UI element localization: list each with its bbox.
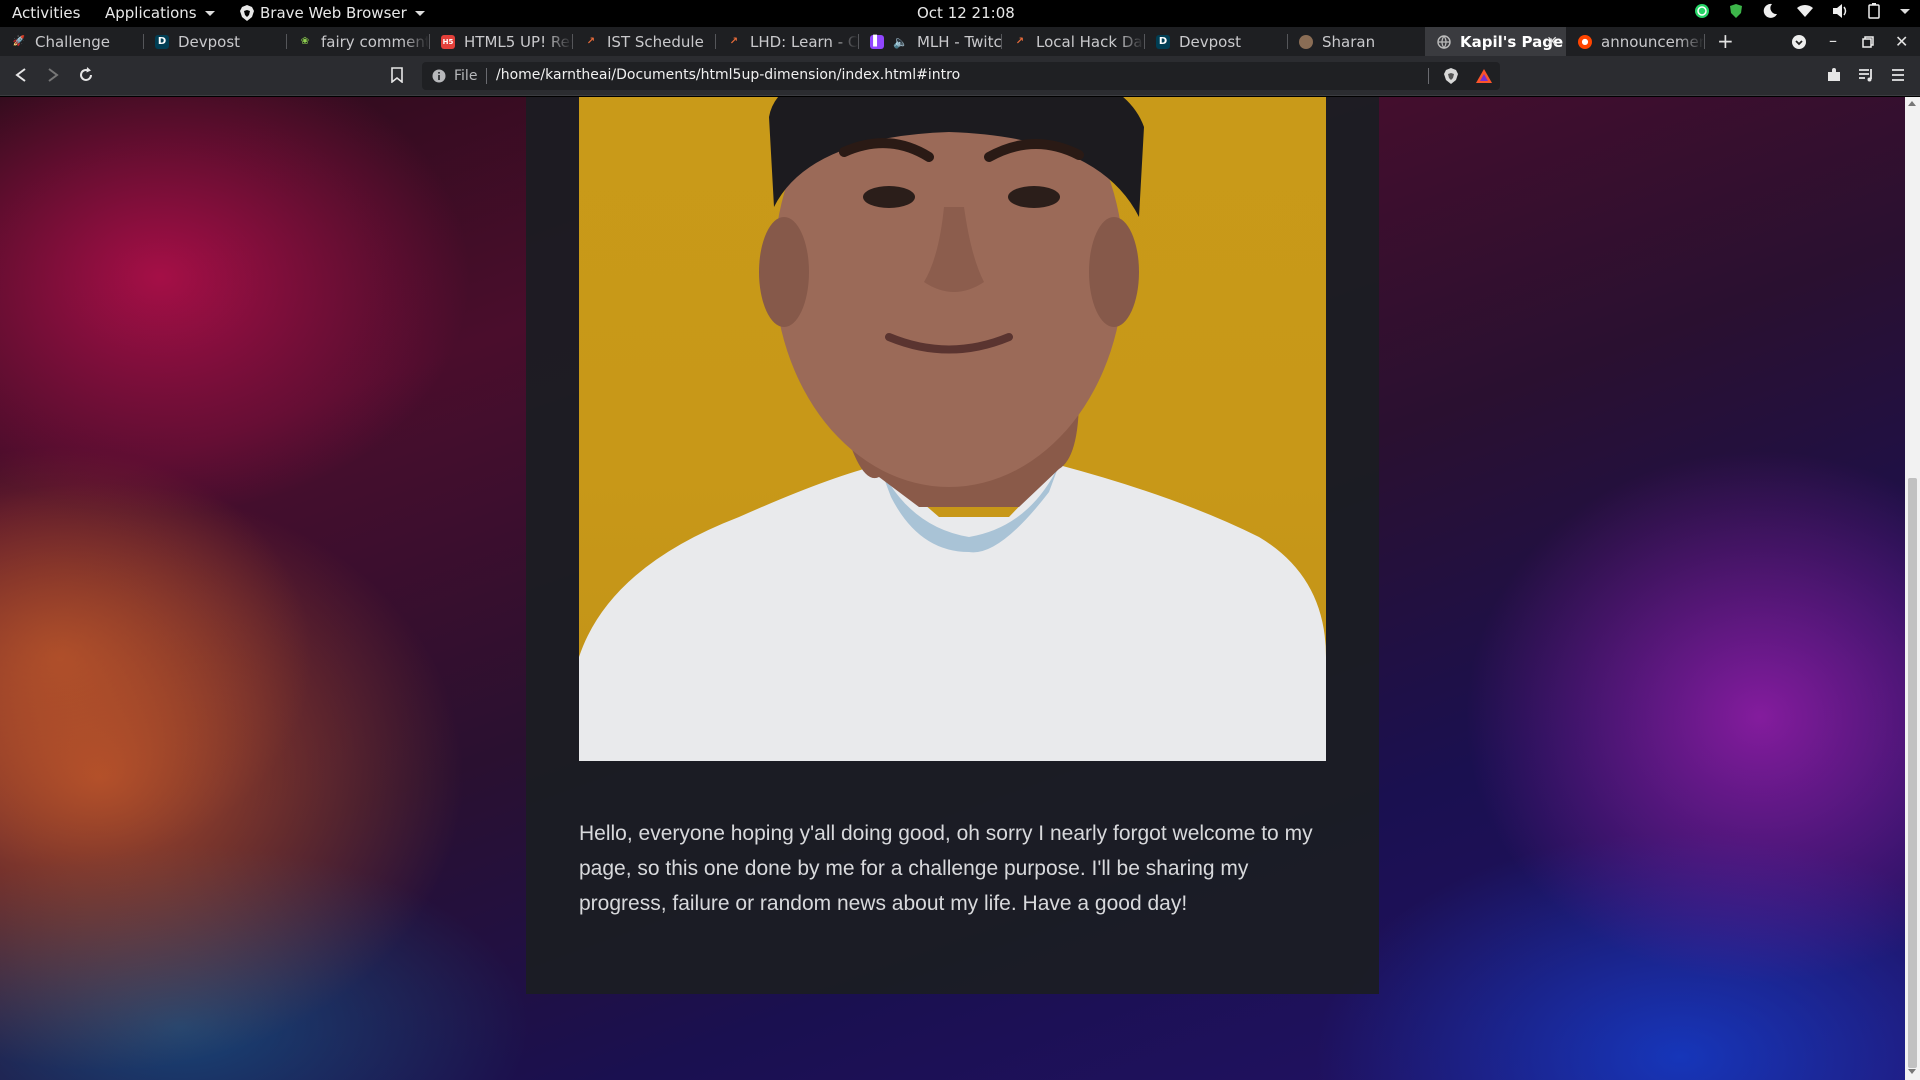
extensions-puzzle-icon[interactable] — [1826, 67, 1842, 83]
tab-fairy-comment[interactable]: ❀ fairy comment — [286, 27, 429, 56]
browser-toolbar: File /home/karntheai/Documents/html5up-d… — [0, 56, 1920, 96]
rocket-icon: ↗ — [1015, 36, 1025, 47]
wifi-icon[interactable] — [1796, 3, 1814, 19]
avatar-icon — [1299, 34, 1313, 49]
applications-label: Applications — [105, 4, 197, 22]
tab-title: Challenge — [35, 32, 110, 51]
browser-tab-strip: 🚀 Challenge D Devpost ❀ fairy comment H5… — [0, 27, 1920, 56]
globe-icon — [1437, 34, 1451, 49]
activities-button[interactable]: Activities — [12, 4, 80, 22]
tab-title: Devpost — [1179, 32, 1242, 51]
url-text[interactable]: /home/karntheai/Documents/html5up-dimens… — [496, 67, 960, 83]
chevron-down-icon — [204, 10, 215, 16]
tab-ist-schedule[interactable]: ↗ IST Schedule — [572, 27, 715, 56]
battery-icon[interactable] — [1868, 3, 1880, 19]
activities-label: Activities — [12, 4, 81, 22]
reddit-icon: ● — [1578, 34, 1592, 49]
back-arrow-icon[interactable] — [14, 67, 28, 83]
close-window-icon[interactable]: ✕ — [1895, 32, 1908, 51]
clock[interactable]: Oct 12 21:08 — [917, 4, 1015, 22]
restore-window-icon[interactable] — [1862, 36, 1874, 48]
scroll-down-icon[interactable] — [1908, 1069, 1916, 1074]
volume-icon[interactable] — [1832, 3, 1850, 19]
whatsapp-icon[interactable] — [1694, 3, 1710, 19]
tab-challenge[interactable]: 🚀 Challenge — [0, 27, 143, 56]
devpost-icon: D — [1156, 34, 1170, 49]
bookmark-icon[interactable] — [391, 67, 403, 83]
browser-menu-label: Brave Web Browser — [260, 4, 407, 22]
clock-text: Oct 12 21:08 — [917, 4, 1015, 22]
tab-html5up[interactable]: H5 HTML5 UP! Res — [429, 27, 572, 56]
url-scheme-label: File — [454, 68, 478, 84]
app-menu-brave[interactable]: Brave Web Browser — [240, 4, 425, 22]
chevron-down-icon — [414, 10, 425, 16]
tab-search-icon[interactable] — [1791, 34, 1807, 50]
html5up-icon: H5 — [441, 34, 455, 49]
bio-paragraph: Hello, everyone hoping y'all doing good,… — [579, 822, 1313, 915]
info-icon[interactable] — [432, 69, 446, 83]
tab-kapils-page[interactable]: Kapil's Page ✕ — [1425, 27, 1566, 56]
tab-title: IST Schedule — [607, 32, 704, 51]
fairy-icon: ❀ — [300, 36, 310, 47]
tab-lhd-learn[interactable]: ↗ LHD: Learn - Ch — [715, 27, 858, 56]
media-playlist-icon[interactable] — [1858, 67, 1874, 83]
scroll-up-icon[interactable] — [1908, 101, 1916, 106]
tab-announcement[interactable]: ● announcement — [1566, 27, 1704, 56]
address-bar[interactable]: File /home/karntheai/Documents/html5up-d… — [422, 62, 1500, 90]
night-light-icon[interactable] — [1762, 3, 1778, 19]
scrollbar-thumb[interactable] — [1908, 478, 1917, 1068]
system-menu-chevron-icon[interactable] — [1900, 8, 1910, 14]
tab-devpost-2[interactable]: D Devpost — [1144, 27, 1287, 56]
tab-sharan[interactable]: Sharan — [1287, 27, 1430, 56]
portrait-image — [579, 97, 1326, 761]
system-top-bar: Activities Applications Brave Web Browse… — [0, 0, 1920, 27]
rocket-icon: ↗ — [729, 36, 739, 47]
shield-icon[interactable] — [1728, 3, 1744, 19]
tab-title: MLH - Twitch — [916, 32, 1001, 51]
minimize-window-icon[interactable]: – — [1829, 31, 1837, 50]
profile-photo — [579, 97, 1326, 761]
tab-local-hack-day[interactable]: ↗ Local Hack Day — [1001, 27, 1144, 56]
page-viewport[interactable]: Hello, everyone hoping y'all doing good,… — [0, 97, 1905, 1080]
brave-lion-icon — [240, 5, 254, 21]
forward-arrow-icon[interactable] — [46, 67, 60, 83]
system-tray — [1694, 3, 1910, 19]
intro-article: Hello, everyone hoping y'all doing good,… — [526, 97, 1379, 994]
devpost-rocket-icon: 🚀 — [12, 36, 26, 47]
new-tab-button[interactable]: + — [1717, 29, 1734, 53]
reload-icon[interactable] — [78, 67, 94, 83]
tab-title: Sharan — [1322, 32, 1376, 51]
brave-shields-icon[interactable] — [1444, 68, 1458, 84]
audio-playing-icon[interactable]: 🔈 — [893, 35, 908, 49]
applications-menu[interactable]: Applications — [105, 4, 215, 22]
tab-devpost[interactable]: D Devpost — [143, 27, 286, 56]
hamburger-menu-icon[interactable] — [1891, 67, 1905, 83]
tab-mlh-twitch[interactable]: ▌ 🔈 MLH - Twitch — [858, 27, 1001, 56]
close-tab-icon[interactable]: ✕ — [1546, 34, 1558, 50]
twitch-icon: ▌ — [870, 34, 884, 49]
devpost-icon: D — [155, 34, 169, 49]
tab-title: Devpost — [178, 32, 241, 51]
rocket-icon: ↗ — [586, 36, 596, 47]
brave-rewards-icon[interactable] — [1476, 69, 1492, 83]
